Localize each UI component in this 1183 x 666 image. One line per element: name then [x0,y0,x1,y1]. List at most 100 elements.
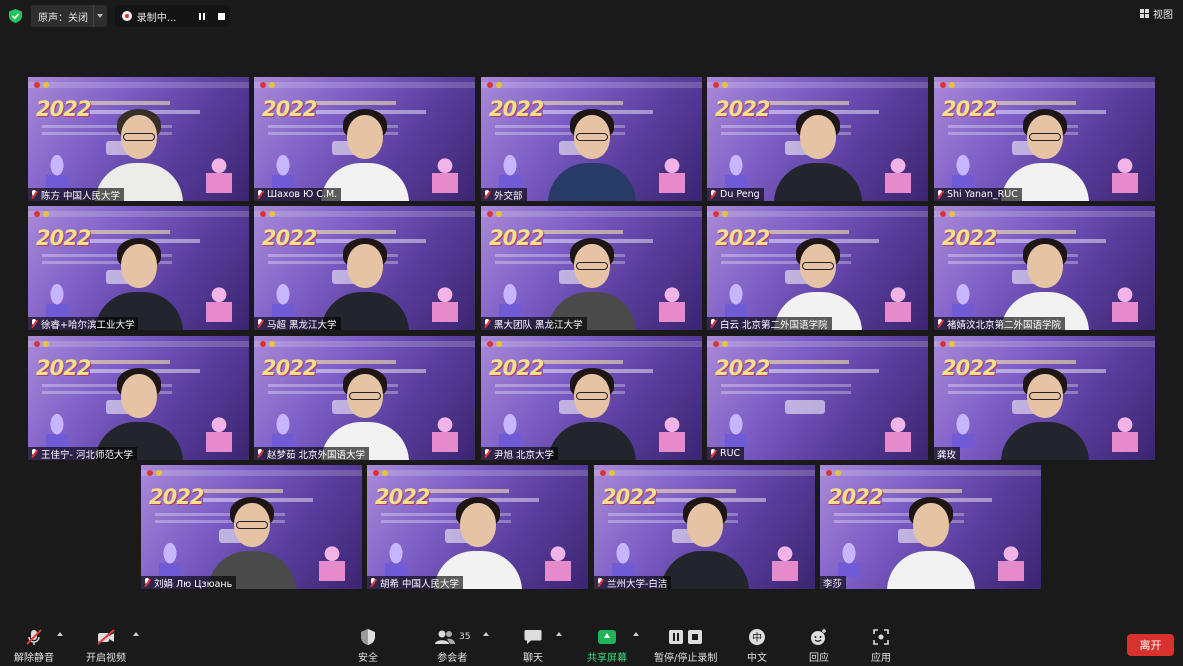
reactions-button[interactable]: 回应 [809,628,829,664]
virtual-background-graphic [141,470,362,476]
chat-options-caret[interactable] [556,632,562,636]
participant-video [544,101,640,201]
participant-video [317,101,413,201]
participant-name-tag: 外交部 [481,188,527,201]
mic-muted-icon [710,190,716,199]
apps-icon [873,628,889,646]
virtual-background-year: 2022 [715,97,770,121]
participant-tile[interactable]: 2022 刘娟 Лю Цзюань [141,465,362,589]
language-icon: 中 [748,628,766,646]
chat-button[interactable]: 聊天 [523,628,543,664]
virtual-background-graphic [260,341,266,347]
mic-muted-icon [937,319,943,328]
participant-tile[interactable]: 2022 陈方 中国人民大学 [28,77,249,201]
leave-button[interactable]: 离开 [1127,634,1174,656]
participant-tile[interactable]: 2022 褚婧汶北京第二外国语学院 [934,206,1155,330]
meeting-toolbar: 解除静音 开启视频 安全 35 参会者 聊天 共享屏幕 暂停/停止录制 中 中文… [0,622,1183,666]
audio-options-caret[interactable] [57,632,63,636]
virtual-background-graphic [594,470,815,476]
virtual-background-graphic [767,539,803,581]
share-options-caret[interactable] [633,632,639,636]
participant-tile[interactable]: 2022 兰州大学-白洁 [594,465,815,589]
participant-tile[interactable]: 2022 王佳宁- 河北师范大学 [28,336,249,460]
virtual-background-year: 2022 [36,226,91,250]
start-video-label: 开启视频 [86,653,126,664]
participants-options-caret[interactable] [483,632,489,636]
original-sound-label: 原声：关闭 [38,12,88,24]
participant-name: 褚婧汶北京第二外国语学院 [947,319,1062,331]
virtual-background-graphic [34,341,40,347]
chat-label: 聊天 [523,653,543,664]
original-sound-toggle[interactable]: 原声：关闭 [31,5,107,27]
pause-recording-button[interactable] [195,8,211,24]
virtual-background-graphic [373,470,379,476]
virtual-background-year: 2022 [262,356,317,380]
participant-video [997,360,1093,460]
shield-icon[interactable] [9,9,22,23]
recording-indicator: 录制中... [115,5,229,27]
participant-tile[interactable]: 2022 白云 北京第二外国语学院 [707,206,928,330]
participant-tile[interactable]: 2022 胡希 中国人民大学 [367,465,588,589]
participant-tile[interactable]: 2022 Du Peng [707,77,928,201]
virtual-background-graphic [260,211,266,217]
virtual-background-graphic [948,414,978,448]
unmute-button[interactable]: 解除静音 [14,628,54,664]
participant-tile[interactable]: 2022 Шахов Ю С.М. [254,77,475,201]
participant-tile[interactable]: 2022 马超 黑龙江大学 [254,206,475,330]
participant-name-tag: 徐睿+哈尔滨工业大学 [28,317,139,330]
participant-tile[interactable]: 2022 赵梦茹 北京外国语大学 [254,336,475,460]
apps-label: 应用 [871,653,891,664]
participant-name-tag: 白云 北京第二外国语学院 [707,317,832,330]
participant-name: 兰州大学-白洁 [607,578,668,590]
participant-video [657,489,753,589]
security-button[interactable]: 安全 [358,628,378,664]
video-options-caret[interactable] [133,632,139,636]
participants-button[interactable]: 35 参会者 [434,628,470,664]
stop-recording-button[interactable] [213,8,229,24]
participant-name: Shi Yanan_RUC [947,189,1018,200]
participant-tile[interactable]: 2022 RUC [707,336,928,460]
chinese-language-button[interactable]: 中 中文 [747,628,767,664]
virtual-background-graphic [785,400,825,414]
participant-tile[interactable]: 2022 徐睿+哈尔滨工业大学 [28,206,249,330]
participant-tile[interactable]: 2022 龚玫 [934,336,1155,460]
mic-muted-icon [31,190,37,199]
participant-name: 刘娟 Лю Цзюань [154,578,233,590]
virtual-background-graphic [940,211,946,217]
virtual-background-graphic [156,470,162,476]
participant-tile[interactable]: 2022 Shi Yanan_RUC [934,77,1155,201]
participant-name: 白云 北京第二外国语学院 [720,319,828,331]
participant-tile[interactable]: 2022 黑大团队 黑龙江大学 [481,206,702,330]
virtual-background-graphic [28,341,249,347]
apps-button[interactable]: 应用 [871,628,891,664]
participant-name-tag: 李莎 [820,576,847,589]
virtual-background-graphic [949,341,955,347]
participant-name-tag: 龚玫 [934,447,961,460]
share-screen-button[interactable]: 共享屏幕 [587,628,627,664]
virtual-background-graphic [495,155,525,189]
participant-tile[interactable]: 2022 李莎 [820,465,1041,589]
pause-stop-recording-button[interactable]: 暂停/停止录制 [654,628,717,664]
virtual-background-graphic [880,410,916,452]
mic-muted-icon [31,319,37,328]
video-off-icon [96,628,116,646]
participant-tile[interactable]: 2022 外交部 [481,77,702,201]
participants-icon-wrap: 35 [434,628,470,646]
virtual-background-graphic [769,369,879,373]
virtual-background-year: 2022 [36,97,91,121]
mic-muted-icon [484,449,490,458]
virtual-background-graphic [826,470,832,476]
chevron-down-icon[interactable] [92,5,107,27]
virtual-background-graphic [993,539,1029,581]
participant-video [883,489,979,589]
view-button[interactable]: 视图 [1140,6,1173,21]
participant-tile[interactable]: 2022 尹旭 北京大学 [481,336,702,460]
virtual-background-graphic [495,284,525,318]
virtual-background-graphic [948,284,978,318]
virtual-background-graphic [722,211,728,217]
virtual-background-graphic [722,82,728,88]
virtual-background-graphic [268,284,298,318]
participant-name: Шахов Ю С.М. [267,189,338,200]
start-video-button[interactable]: 开启视频 [86,628,126,664]
virtual-background-graphic [381,543,411,577]
